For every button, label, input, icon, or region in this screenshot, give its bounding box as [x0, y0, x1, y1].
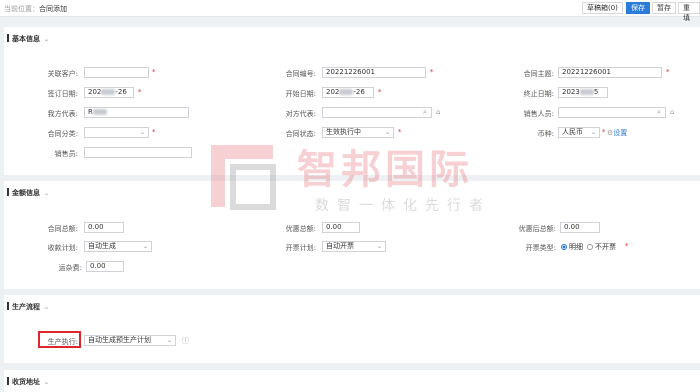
chevron-down-icon: ⌄ — [376, 243, 382, 250]
required-mark: * — [602, 128, 606, 136]
invoice-plan-label: 开票计划: — [285, 244, 316, 252]
amount-info-panel: 金额信息 ⌄ 合同总额: 0.00 优惠总额: 0.00 优惠后总额: 0.00 … — [4, 181, 700, 289]
currency-settings-link[interactable]: ⚙设置 — [607, 128, 627, 138]
category-select[interactable]: ⌄ — [84, 127, 149, 138]
chevron-down-icon: ⌄ — [139, 129, 145, 136]
customer-label: 关联客户: — [47, 70, 78, 78]
subject-input[interactable]: 20221226001 — [558, 67, 662, 78]
required-mark: * — [152, 128, 156, 136]
production-exec-select[interactable]: 自动生成预生产计划 ⌄ — [84, 335, 176, 346]
building-icon[interactable]: ⌂ — [436, 108, 440, 116]
required-mark: * — [152, 68, 156, 76]
currency-select[interactable]: 人民币 ⌄ — [558, 127, 600, 138]
after-discount-label: 优惠后总额: — [518, 225, 556, 233]
currency-label: 币种: — [537, 130, 554, 138]
sign-date-input[interactable]: 202 -26 — [84, 87, 134, 98]
reset-button[interactable]: 重填 — [678, 2, 700, 22]
delivery-title[interactable]: 收货地址 ⌄ — [6, 377, 50, 387]
chevron-down-icon: ⌄ — [166, 337, 172, 344]
basic-info-panel: 基本信息 ⌄ 关联客户: * 合同编号: 20221226001 * 合同主题: … — [4, 27, 700, 175]
status-select[interactable]: 生效执行中 ⌄ — [322, 127, 394, 138]
end-date-label: 终止日期: — [523, 90, 554, 98]
invoice-type-none-radio[interactable]: 不开票 — [587, 242, 616, 252]
production-title[interactable]: 生产流程 ⌄ — [6, 302, 50, 312]
end-date-input[interactable]: 2023 5 — [558, 87, 608, 98]
customer-input[interactable] — [84, 67, 149, 78]
salesman-label: 销售员: — [54, 150, 78, 158]
invoice-type-label: 开票类型: — [525, 244, 556, 252]
shipping-input[interactable]: 0.00 — [86, 261, 124, 272]
required-mark: * — [138, 88, 142, 96]
breadcrumb-page: 合同添加 — [39, 5, 67, 13]
hold-button[interactable]: 暂存 — [652, 2, 676, 14]
start-date-label: 开始日期: — [285, 90, 316, 98]
invoice-plan-select[interactable]: 自动开票 ⌄ — [322, 241, 386, 252]
category-label: 合同分类: — [47, 130, 78, 138]
required-mark: * — [398, 128, 402, 136]
contract-no-label: 合同编号: — [285, 70, 316, 78]
status-label: 合同状态: — [285, 130, 316, 138]
building-icon[interactable]: ⌂ — [670, 108, 674, 116]
subject-label: 合同主题: — [523, 70, 554, 78]
search-icon[interactable]: ⌕ — [423, 108, 427, 117]
chevron-down-icon: ⌄ — [384, 129, 390, 136]
discount-total-input[interactable]: 0.00 — [322, 222, 360, 233]
discount-total-label: 优惠总额: — [285, 225, 316, 233]
radio-empty-icon — [587, 244, 593, 250]
production-exec-label: 生产执行: — [47, 338, 78, 346]
our-rep-input[interactable]: R — [84, 107, 189, 118]
breadcrumb-prefix: 当前位置： — [4, 5, 39, 13]
required-mark: * — [666, 68, 670, 76]
collection-plan-select[interactable]: 自动生成 ⌄ — [84, 241, 152, 252]
their-rep-label: 对方代表: — [285, 110, 316, 118]
start-date-input[interactable]: 202 -26 — [322, 87, 374, 98]
radio-selected-icon — [561, 244, 567, 250]
help-icon[interactable]: ⓘ — [182, 336, 189, 346]
salesman-input[interactable] — [84, 147, 192, 158]
chevron-down-icon: ⌄ — [590, 129, 596, 136]
their-rep-input[interactable] — [322, 107, 432, 118]
contract-no-input[interactable]: 20221226001 — [322, 67, 426, 78]
required-mark: * — [378, 88, 382, 96]
search-icon[interactable]: ⌕ — [657, 108, 661, 117]
delivery-panel: 收货地址 ⌄ — [4, 370, 700, 392]
basic-info-title[interactable]: 基本信息 ⌄ — [6, 34, 50, 44]
chevron-down-icon: ⌄ — [44, 36, 50, 43]
chevron-down-icon: ⌄ — [44, 190, 50, 197]
shipping-label: 运杂费: — [58, 264, 82, 272]
total-label: 合同总额: — [47, 225, 78, 233]
required-mark: * — [625, 242, 629, 250]
save-button[interactable]: 保存 — [626, 2, 650, 14]
after-discount-input[interactable]: 0.00 — [560, 222, 600, 233]
breadcrumb: 当前位置：合同添加 — [4, 4, 67, 14]
total-input[interactable]: 0.00 — [84, 222, 124, 233]
draft-box-button[interactable]: 草稿箱(0) — [582, 2, 623, 14]
our-rep-label: 我方代表: — [47, 110, 78, 118]
production-panel: 生产流程 ⌄ 生产执行: 自动生成预生产计划 ⌄ ⓘ — [4, 295, 700, 363]
chevron-down-icon: ⌄ — [44, 379, 50, 386]
sign-date-label: 签订日期: — [47, 90, 78, 98]
amount-info-title[interactable]: 金额信息 ⌄ — [6, 188, 50, 198]
chevron-down-icon: ⌄ — [44, 304, 50, 311]
top-bar: 当前位置：合同添加 草稿箱(0) 保存 暂存 重填 — [0, 0, 700, 22]
chevron-down-icon: ⌄ — [142, 243, 148, 250]
required-mark: * — [430, 68, 434, 76]
collection-plan-label: 收款计划: — [47, 244, 78, 252]
sales-person-input[interactable] — [558, 107, 666, 118]
invoice-type-detail-radio[interactable]: 明细 — [561, 242, 583, 252]
sales-person-label: 销售人员: — [523, 110, 554, 118]
